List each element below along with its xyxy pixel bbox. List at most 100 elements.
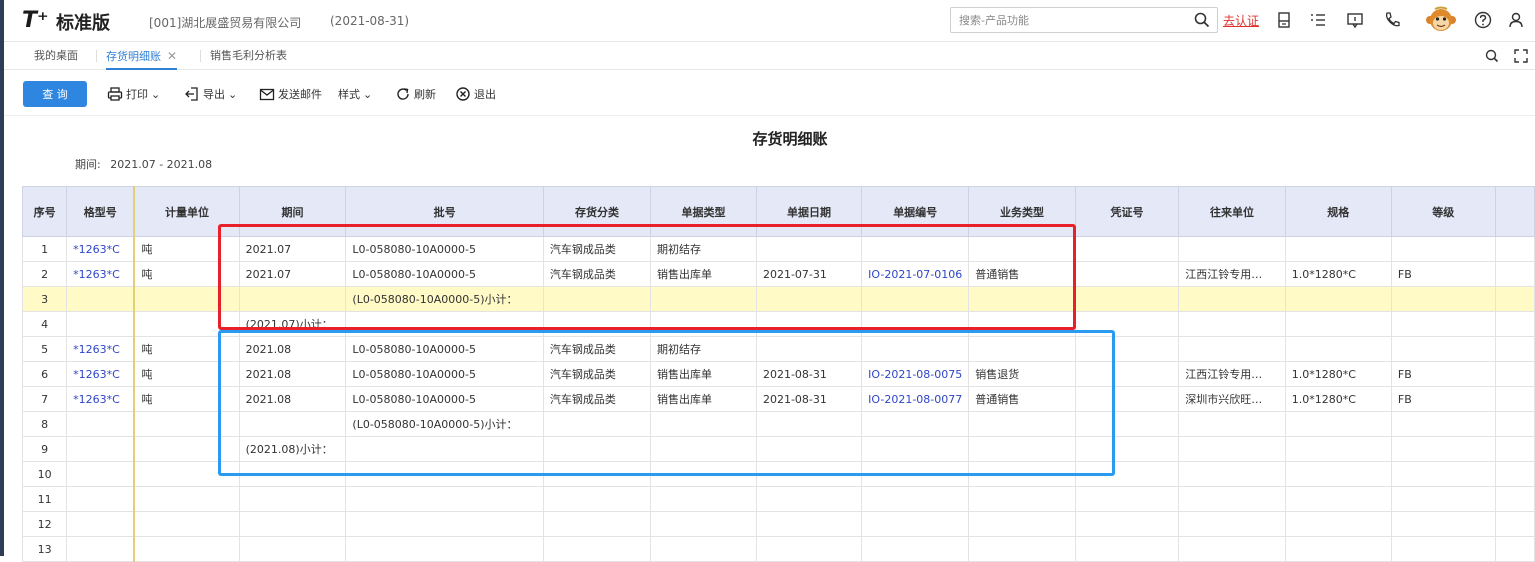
- table-cell-doc-type: [650, 486, 757, 512]
- table-cell-seq: 5: [21, 336, 68, 362]
- list-icon[interactable]: [1308, 10, 1328, 30]
- search-box: [950, 7, 1218, 33]
- auth-link[interactable]: 去认证: [1223, 12, 1259, 29]
- period-row: 期间: 2021.07 - 2021.08: [75, 156, 212, 172]
- refresh-button[interactable]: 刷新: [395, 84, 436, 104]
- table-cell-model: [66, 461, 136, 487]
- column-header[interactable]: 规格: [1284, 186, 1392, 237]
- table-cell-biz-type: [968, 511, 1076, 537]
- search-icon[interactable]: [1193, 11, 1211, 29]
- query-button[interactable]: 查 询: [23, 81, 87, 107]
- printer-icon: [107, 87, 123, 101]
- table-cell-model[interactable]: *1263*C: [66, 336, 136, 362]
- table-cell-filler: [1494, 486, 1535, 512]
- column-header[interactable]: 往来单位: [1178, 186, 1286, 237]
- table-cell-voucher: [1074, 261, 1180, 287]
- table-cell-filler: [1494, 311, 1535, 337]
- table-cell-grade: [1390, 336, 1496, 362]
- tab-separator: [96, 50, 97, 62]
- table-row[interactable]: 11: [21, 486, 1535, 512]
- table-cell-spec: [1284, 336, 1392, 362]
- table-cell-doc-type: [650, 536, 757, 562]
- table-cell-period: [238, 511, 347, 537]
- table-cell-filler: [1494, 336, 1535, 362]
- table-cell-category: [542, 536, 652, 562]
- table-cell-doc-date: [755, 536, 863, 562]
- table-cell-model: [66, 511, 136, 537]
- table-cell-seq: 3: [21, 286, 68, 312]
- table-cell-seq: 1: [21, 236, 68, 262]
- fullscreen-icon[interactable]: [1511, 46, 1531, 66]
- table-cell-partner: [1178, 486, 1286, 512]
- table-cell-model[interactable]: *1263*C: [66, 361, 136, 387]
- table-cell-seq: 10: [21, 461, 68, 487]
- zoom-icon[interactable]: [1482, 46, 1502, 66]
- refresh-icon: [397, 88, 409, 100]
- table-row[interactable]: 13: [21, 536, 1535, 562]
- table-cell-grade: [1390, 486, 1496, 512]
- print-button[interactable]: 打印 ⌄: [107, 84, 160, 104]
- send-email-button[interactable]: 发送邮件: [259, 84, 322, 104]
- table-cell-doc-date: [755, 486, 863, 512]
- table-row[interactable]: 12: [21, 511, 1535, 537]
- table-cell-grade: [1390, 286, 1496, 312]
- chevron-down-icon: ⌄: [151, 87, 161, 101]
- column-header[interactable]: 格型号: [66, 186, 136, 237]
- table-cell-model: [66, 286, 136, 312]
- close-icon[interactable]: ✕: [167, 49, 177, 63]
- table-cell-model[interactable]: *1263*C: [66, 386, 136, 412]
- table-cell-model: [66, 436, 136, 462]
- table-cell-filler: [1494, 411, 1535, 437]
- table-cell-seq: 9: [21, 436, 68, 462]
- app-header: T⁺ 标准版 [001]湖北展盛贸易有限公司 (2021-08-31) 去认证: [4, 0, 1535, 42]
- table-cell-spec: [1284, 536, 1392, 562]
- export-icon: [185, 87, 198, 101]
- table-cell-model[interactable]: *1263*C: [66, 261, 136, 287]
- table-cell-partner: [1178, 336, 1286, 362]
- table-cell-spec: [1284, 461, 1392, 487]
- tab-sales-margin[interactable]: 销售毛利分析表: [210, 42, 287, 70]
- table-cell-spec: [1284, 286, 1392, 312]
- table-cell-grade: [1390, 236, 1496, 262]
- doc-icon[interactable]: [1274, 10, 1294, 30]
- user-icon[interactable]: [1506, 10, 1526, 30]
- style-button[interactable]: 样式 ⌄: [338, 84, 372, 104]
- table-cell-partner: [1178, 286, 1286, 312]
- table-cell-model: [66, 311, 136, 337]
- table-cell-model[interactable]: *1263*C: [66, 236, 136, 262]
- mail-icon: [259, 88, 275, 101]
- table-cell-period: [238, 536, 347, 562]
- table-cell-filler: [1494, 461, 1535, 487]
- table-cell-spec: [1284, 411, 1392, 437]
- export-button[interactable]: 导出 ⌄: [184, 84, 237, 104]
- table-cell-batch: [345, 486, 544, 512]
- tab-inventory-detail[interactable]: 存货明细账 ✕: [106, 42, 178, 70]
- table-cell-seq: 7: [21, 386, 68, 412]
- table-cell-voucher: [1074, 536, 1180, 562]
- table-cell-seq: 2: [21, 261, 68, 287]
- close-circle-icon: [456, 87, 470, 101]
- table-cell-partner: [1178, 236, 1286, 262]
- table-cell-partner: 江西江铃专用…: [1178, 361, 1286, 387]
- chat-icon[interactable]: [1345, 10, 1365, 30]
- table-cell-spec: [1284, 311, 1392, 337]
- monkey-avatar[interactable]: [1425, 5, 1457, 37]
- column-header[interactable]: 凭证号: [1074, 186, 1180, 237]
- table-cell-category: [542, 511, 652, 537]
- table-cell-grade: [1390, 411, 1496, 437]
- exit-button[interactable]: 退出: [455, 84, 496, 104]
- table-cell-partner: [1178, 461, 1286, 487]
- table-cell-filler: [1494, 536, 1535, 562]
- table-cell-category: [542, 486, 652, 512]
- table-cell-model: [66, 411, 136, 437]
- column-header[interactable]: 等级: [1390, 186, 1496, 237]
- table-cell-spec: 1.0*1280*C: [1284, 386, 1392, 412]
- tab-desktop[interactable]: 我的桌面: [34, 42, 78, 70]
- table-cell-batch: [345, 511, 544, 537]
- chevron-down-icon: ⌄: [228, 87, 238, 101]
- table-cell-period: [238, 486, 347, 512]
- column-header[interactable]: 序号: [21, 186, 68, 237]
- help-icon[interactable]: [1473, 10, 1493, 30]
- phone-icon[interactable]: [1382, 10, 1402, 30]
- search-input[interactable]: [951, 8, 1181, 32]
